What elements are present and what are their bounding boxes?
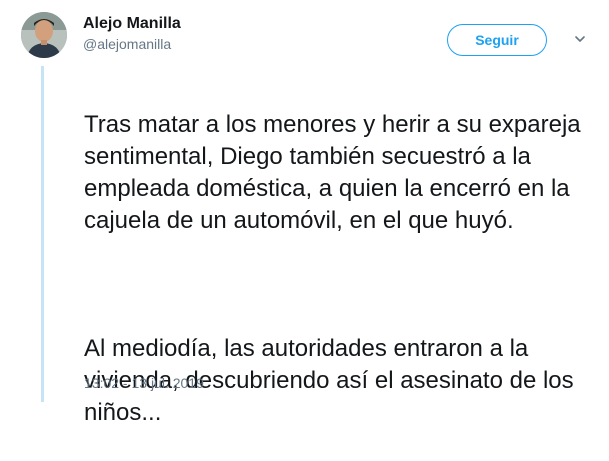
tweet-timestamp[interactable]: 13:02 - 13 jul. 2019 [84,374,204,392]
tweet-paragraph: Tras matar a los menores y herir a su ex… [84,111,581,234]
author-info: Alejo Manilla @alejomanilla [83,14,181,54]
author-display-name[interactable]: Alejo Manilla [83,14,181,34]
tweet-text: Tras matar a los menores y herir a su ex… [84,77,584,461]
avatar[interactable] [21,12,67,58]
author-handle[interactable]: @alejomanilla [83,34,181,54]
follow-button[interactable]: Seguir [447,24,547,56]
tweet-header: Alejo Manilla @alejomanilla Seguir [21,12,591,62]
thread-line [41,66,44,402]
chevron-down-icon[interactable] [573,32,587,46]
